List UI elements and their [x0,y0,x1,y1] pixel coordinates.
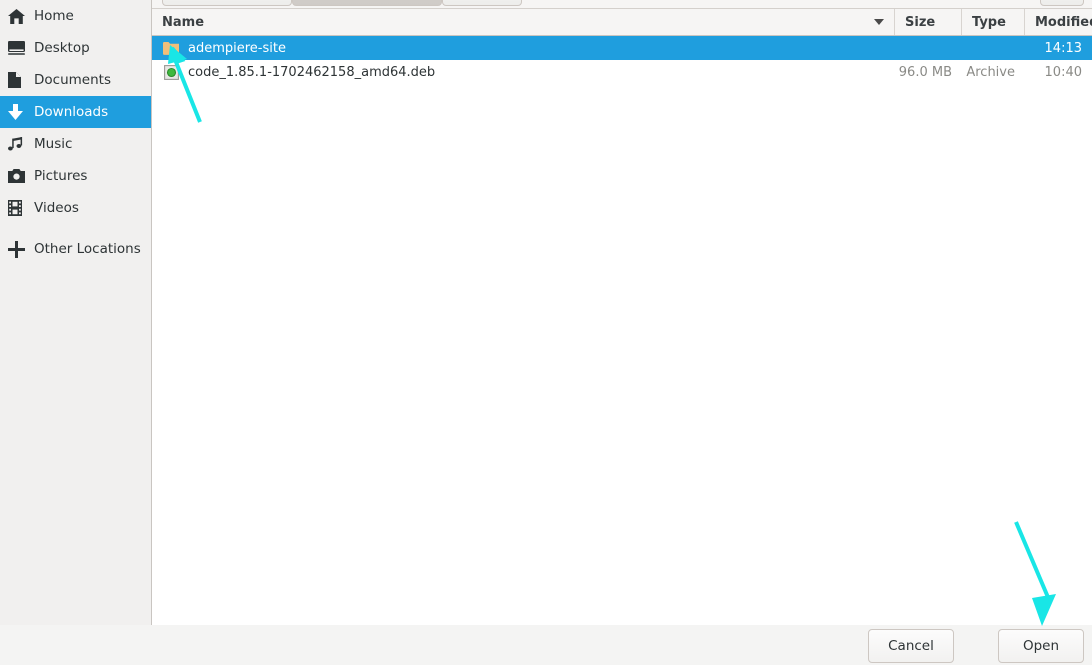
sidebar-item-other-locations[interactable]: Other Locations [0,233,151,265]
file-list-header: Name Size Type Modified [152,9,1092,36]
file-name-label: code_1.85.1-1702462158_amd64.deb [188,64,436,80]
column-header-size[interactable]: Size [895,9,962,35]
cancel-button[interactable]: Cancel [868,629,954,663]
file-list: Name Size Type Modified adempiere-site [152,9,1092,625]
sidebar-item-home[interactable]: Home [0,0,151,32]
sidebar-item-videos[interactable]: Videos [0,192,151,224]
sidebar-item-music[interactable]: Music [0,128,151,160]
sidebar-item-label: Music [34,136,73,152]
sidebar-item-downloads[interactable]: Downloads [0,96,151,128]
sidebar-item-label: Downloads [34,104,109,120]
folder-icon [162,40,180,56]
column-header-label: Name [162,14,205,30]
package-icon [162,64,180,80]
dialog-footer: Cancel Open [0,625,1092,665]
file-modified-cell: 10:40 [1044,64,1082,80]
sidebar-item-label: Pictures [34,168,88,184]
sidebar-separator [0,224,151,233]
file-name-cell: code_1.85.1-1702462158_amd64.deb [152,64,895,80]
home-icon [8,6,30,26]
document-icon [8,70,30,90]
sidebar-item-label: Home [34,8,74,24]
column-header-modified[interactable]: Modified [1025,9,1092,35]
column-header-name[interactable]: Name [152,9,895,35]
download-icon [8,102,30,122]
desktop-icon [8,38,30,58]
path-segment-1[interactable] [162,0,292,6]
camera-icon [8,166,30,186]
sidebar-item-label: Documents [34,72,111,88]
column-header-label: Modified [1035,14,1092,30]
column-header-label: Type [972,14,1006,30]
open-button[interactable]: Open [998,629,1084,663]
sort-descending-icon [874,19,884,25]
plus-icon [8,239,30,259]
file-size-cell: 96.0 MB [898,64,952,80]
file-name-label: adempiere-site [188,40,286,56]
sidebar-item-pictures[interactable]: Pictures [0,160,151,192]
table-row[interactable]: code_1.85.1-1702462158_amd64.deb 96.0 MB… [152,60,1092,84]
table-row[interactable]: adempiere-site 14:13 [152,36,1092,60]
sidebar-item-label: Desktop [34,40,90,56]
sidebar-item-label: Videos [34,200,79,216]
sidebar-item-documents[interactable]: Documents [0,64,151,96]
sidebar-item-desktop[interactable]: Desktop [0,32,151,64]
path-bar-right-button[interactable] [1040,0,1084,6]
column-header-type[interactable]: Type [962,9,1025,35]
file-chooser-dialog: Home Desktop Documents Downloads Music P… [0,0,1092,665]
file-modified-cell: 14:13 [1044,40,1082,56]
column-header-label: Size [905,14,936,30]
file-name-cell: adempiere-site [152,40,895,56]
path-segment-3[interactable] [442,0,522,6]
file-type-cell: Archive [966,64,1015,80]
film-icon [8,198,30,218]
music-note-icon [8,134,30,154]
sidebar-item-label: Other Locations [34,241,141,257]
path-bar [152,0,1092,9]
path-segment-2[interactable] [292,0,442,6]
places-sidebar: Home Desktop Documents Downloads Music P… [0,0,152,625]
